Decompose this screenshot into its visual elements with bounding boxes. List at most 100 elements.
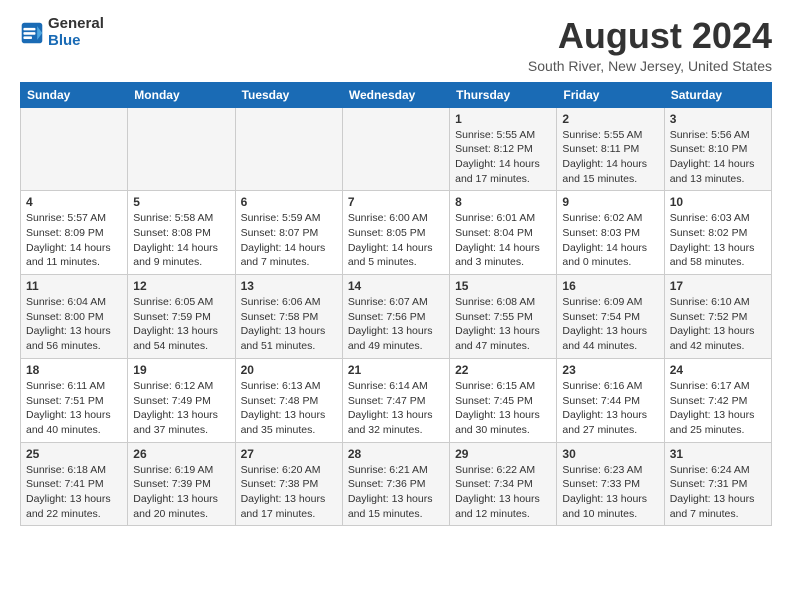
calendar-cell: 21Sunrise: 6:14 AMSunset: 7:47 PMDayligh… [342,358,449,442]
day-number: 28 [348,447,444,461]
day-info: Sunrise: 5:58 AMSunset: 8:08 PMDaylight:… [133,211,229,270]
day-number: 17 [670,279,766,293]
day-number: 31 [670,447,766,461]
main-title: August 2024 [528,16,772,56]
day-number: 2 [562,112,658,126]
day-number: 14 [348,279,444,293]
day-number: 20 [241,363,337,377]
day-number: 11 [26,279,122,293]
logo-icon [20,21,44,45]
calendar-body: 1Sunrise: 5:55 AMSunset: 8:12 PMDaylight… [21,107,772,526]
calendar-cell [128,107,235,191]
calendar-cell: 9 Sunrise: 6:02 AMSunset: 8:03 PMDaylight… [557,191,664,275]
calendar-cell: 22Sunrise: 6:15 AMSunset: 7:45 PMDayligh… [450,358,557,442]
day-info: Sunrise: 6:10 AMSunset: 7:52 PMDaylight:… [670,295,766,354]
day-number: 4 [26,195,122,209]
calendar-cell: 24 Sunrise: 6:17 AMSunset: 7:42 PMDayligh… [664,358,771,442]
day-info: Sunrise: 6:19 AMSunset: 7:39 PMDaylight:… [133,463,229,522]
calendar-cell: 23 Sunrise: 6:16 AMSunset: 7:44 PMDayligh… [557,358,664,442]
calendar-cell: 11 Sunrise: 6:04 AMSunset: 8:00 PMDayligh… [21,275,128,359]
header: General Blue August 2024 South River, Ne… [20,16,772,74]
day-number: 6 [241,195,337,209]
day-number: 8 [455,195,551,209]
calendar-cell: 28Sunrise: 6:21 AMSunset: 7:36 PMDayligh… [342,442,449,526]
day-info: Sunrise: 6:18 AMSunset: 7:41 PMDaylight:… [26,463,122,522]
day-header-friday: Friday [557,82,664,107]
day-info: Sunrise: 6:24 AMSunset: 7:31 PMDaylight:… [670,463,766,522]
day-info: Sunrise: 5:56 AMSunset: 8:10 PMDaylight:… [670,128,766,187]
day-header-sunday: Sunday [21,82,128,107]
day-info: Sunrise: 6:08 AMSunset: 7:55 PMDaylight:… [455,295,551,354]
calendar-cell: 6Sunrise: 5:59 AMSunset: 8:07 PMDaylight… [235,191,342,275]
day-info: Sunrise: 6:16 AMSunset: 7:44 PMDaylight:… [562,379,658,438]
calendar-cell: 12 Sunrise: 6:05 AMSunset: 7:59 PMDayligh… [128,275,235,359]
day-info: Sunrise: 6:01 AMSunset: 8:04 PMDaylight:… [455,211,551,270]
calendar-week-3: 11 Sunrise: 6:04 AMSunset: 8:00 PMDayligh… [21,275,772,359]
calendar-cell: 30 Sunrise: 6:23 AMSunset: 7:33 PMDayligh… [557,442,664,526]
day-number: 3 [670,112,766,126]
day-number: 9 [562,195,658,209]
calendar: SundayMondayTuesdayWednesdayThursdayFrid… [20,82,772,527]
day-info: Sunrise: 6:05 AMSunset: 7:59 PMDaylight:… [133,295,229,354]
day-header-monday: Monday [128,82,235,107]
day-number: 12 [133,279,229,293]
calendar-cell: 8 Sunrise: 6:01 AMSunset: 8:04 PMDaylight… [450,191,557,275]
calendar-cell: 26 Sunrise: 6:19 AMSunset: 7:39 PMDayligh… [128,442,235,526]
day-number: 23 [562,363,658,377]
day-number: 22 [455,363,551,377]
day-info: Sunrise: 6:06 AMSunset: 7:58 PMDaylight:… [241,295,337,354]
calendar-cell: 17 Sunrise: 6:10 AMSunset: 7:52 PMDayligh… [664,275,771,359]
logo: General Blue [20,16,104,49]
day-number: 13 [241,279,337,293]
day-number: 21 [348,363,444,377]
day-info: Sunrise: 6:12 AMSunset: 7:49 PMDaylight:… [133,379,229,438]
calendar-cell: 29Sunrise: 6:22 AMSunset: 7:34 PMDayligh… [450,442,557,526]
day-info: Sunrise: 6:04 AMSunset: 8:00 PMDaylight:… [26,295,122,354]
calendar-week-4: 18 Sunrise: 6:11 AMSunset: 7:51 PMDayligh… [21,358,772,442]
day-number: 24 [670,363,766,377]
day-number: 19 [133,363,229,377]
logo-general-text: General [48,16,104,33]
day-header-tuesday: Tuesday [235,82,342,107]
calendar-cell: 19 Sunrise: 6:12 AMSunset: 7:49 PMDayligh… [128,358,235,442]
calendar-cell: 1Sunrise: 5:55 AMSunset: 8:12 PMDaylight… [450,107,557,191]
header-row: SundayMondayTuesdayWednesdayThursdayFrid… [21,82,772,107]
day-number: 27 [241,447,337,461]
calendar-week-5: 25Sunrise: 6:18 AMSunset: 7:41 PMDayligh… [21,442,772,526]
calendar-cell: 25Sunrise: 6:18 AMSunset: 7:41 PMDayligh… [21,442,128,526]
calendar-cell [21,107,128,191]
calendar-cell: 10Sunrise: 6:03 AMSunset: 8:02 PMDayligh… [664,191,771,275]
calendar-week-1: 1Sunrise: 5:55 AMSunset: 8:12 PMDaylight… [21,107,772,191]
day-number: 16 [562,279,658,293]
calendar-cell: 7Sunrise: 6:00 AMSunset: 8:05 PMDaylight… [342,191,449,275]
day-number: 18 [26,363,122,377]
day-number: 26 [133,447,229,461]
subtitle: South River, New Jersey, United States [528,58,772,74]
title-area: August 2024 South River, New Jersey, Uni… [528,16,772,74]
logo-text: General Blue [48,16,104,49]
day-info: Sunrise: 6:17 AMSunset: 7:42 PMDaylight:… [670,379,766,438]
day-number: 30 [562,447,658,461]
day-info: Sunrise: 6:20 AMSunset: 7:38 PMDaylight:… [241,463,337,522]
calendar-week-2: 4 Sunrise: 5:57 AMSunset: 8:09 PMDaylight… [21,191,772,275]
day-info: Sunrise: 6:23 AMSunset: 7:33 PMDaylight:… [562,463,658,522]
calendar-cell: 4 Sunrise: 5:57 AMSunset: 8:09 PMDaylight… [21,191,128,275]
day-header-saturday: Saturday [664,82,771,107]
day-info: Sunrise: 6:02 AMSunset: 8:03 PMDaylight:… [562,211,658,270]
calendar-cell: 31 Sunrise: 6:24 AMSunset: 7:31 PMDayligh… [664,442,771,526]
day-info: Sunrise: 6:09 AMSunset: 7:54 PMDaylight:… [562,295,658,354]
day-number: 1 [455,112,551,126]
calendar-cell: 14Sunrise: 6:07 AMSunset: 7:56 PMDayligh… [342,275,449,359]
calendar-cell: 18 Sunrise: 6:11 AMSunset: 7:51 PMDayligh… [21,358,128,442]
day-info: Sunrise: 6:22 AMSunset: 7:34 PMDaylight:… [455,463,551,522]
day-header-wednesday: Wednesday [342,82,449,107]
calendar-cell: 2Sunrise: 5:55 AMSunset: 8:11 PMDaylight… [557,107,664,191]
day-info: Sunrise: 6:00 AMSunset: 8:05 PMDaylight:… [348,211,444,270]
calendar-cell: 16 Sunrise: 6:09 AMSunset: 7:54 PMDayligh… [557,275,664,359]
calendar-cell: 5Sunrise: 5:58 AMSunset: 8:08 PMDaylight… [128,191,235,275]
calendar-cell [235,107,342,191]
day-number: 15 [455,279,551,293]
day-info: Sunrise: 5:57 AMSunset: 8:09 PMDaylight:… [26,211,122,270]
day-info: Sunrise: 6:11 AMSunset: 7:51 PMDaylight:… [26,379,122,438]
calendar-cell: 3 Sunrise: 5:56 AMSunset: 8:10 PMDaylight… [664,107,771,191]
